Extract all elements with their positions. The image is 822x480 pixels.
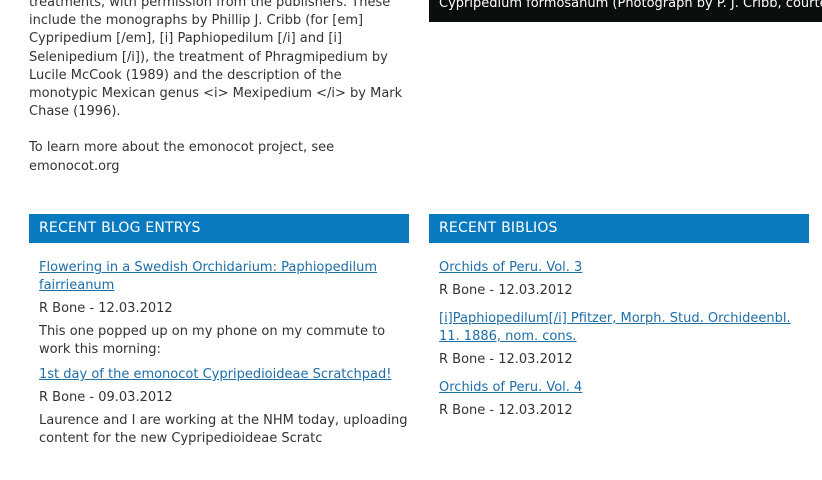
biblio-entry-meta: R Bone - 12.03.2012 <box>439 352 573 367</box>
biblio-entry-meta: R Bone - 12.03.2012 <box>439 403 573 418</box>
blog-entry-list: Flowering in a Swedish Orchidarium: Paph… <box>29 243 409 448</box>
intro-text: treatments, with permission from the pub… <box>29 0 414 176</box>
recent-blog-heading: RECENT BLOG ENTRYS <box>29 214 409 243</box>
blog-entry-teaser: This one popped up on my phone on my com… <box>39 324 386 357</box>
intro-paragraph: treatments, with permission from the pub… <box>29 0 403 120</box>
biblio-entry-meta: R Bone - 12.03.2012 <box>439 283 573 298</box>
blog-entry-link[interactable]: 1st day of the emonocot Cypripedioideae … <box>39 366 409 384</box>
page: treatments, with permission from the pub… <box>0 0 822 480</box>
blog-entry-meta: R Bone - 09.03.2012 <box>39 390 173 405</box>
biblio-entry: [i]Paphiopedilum[/i] Pfitzer, Morph. Stu… <box>439 310 809 369</box>
blog-entry-link[interactable]: Flowering in a Swedish Orchidarium: Paph… <box>39 259 409 295</box>
biblio-entry-link[interactable]: [i]Paphiopedilum[/i] Pfitzer, Morph. Stu… <box>439 310 809 346</box>
biblio-entry-link[interactable]: Orchids of Peru. Vol. 4 <box>439 379 809 397</box>
blog-entry-teaser: Laurence and I are working at the NHM to… <box>39 413 408 446</box>
photo-caption: Cypripedium formosanum (Photograph by P.… <box>439 0 822 11</box>
biblio-entry-link[interactable]: Orchids of Peru. Vol. 3 <box>439 259 809 277</box>
blog-entry: 1st day of the emonocot Cypripedioideae … <box>39 366 409 448</box>
recent-blog-block: RECENT BLOG ENTRYS Flowering in a Swedis… <box>29 214 409 455</box>
biblio-entry: Orchids of Peru. Vol. 4 R Bone - 12.03.2… <box>439 379 809 420</box>
blog-entry: Flowering in a Swedish Orchidarium: Paph… <box>39 259 409 359</box>
featured-photo[interactable]: Cypripedium formosanum (Photograph by P.… <box>429 0 822 22</box>
biblio-entry-list: Orchids of Peru. Vol. 3 R Bone - 12.03.2… <box>429 243 809 420</box>
learn-more-text: To learn more about the emonocot project… <box>29 140 335 174</box>
recent-biblio-heading: RECENT BIBLIOS <box>429 214 809 243</box>
biblio-entry: Orchids of Peru. Vol. 3 R Bone - 12.03.2… <box>439 259 809 300</box>
blog-entry-meta: R Bone - 12.03.2012 <box>39 301 173 316</box>
recent-biblio-block: RECENT BIBLIOS Orchids of Peru. Vol. 3 R… <box>429 214 809 430</box>
